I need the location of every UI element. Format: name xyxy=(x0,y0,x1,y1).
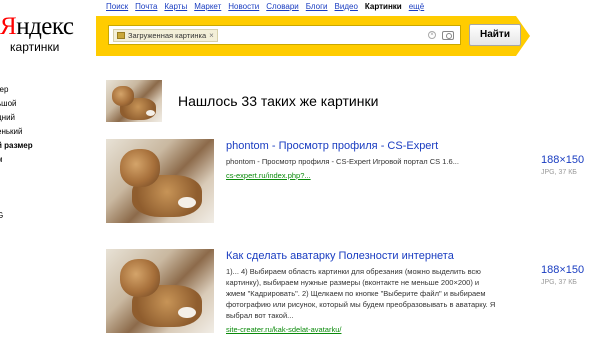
result-snippet: 1)... 4) Выбираем область картинки для о… xyxy=(226,267,496,320)
nav-item-news[interactable]: Новости xyxy=(228,2,259,12)
sidebar-item-m[interactable]: м xyxy=(0,153,37,167)
find-button[interactable]: Найти xyxy=(469,24,521,46)
result-size-link[interactable]: 188×150 xyxy=(541,154,584,167)
cat-head-shape xyxy=(120,259,160,297)
result-url-link[interactable]: site-creater.ru/kak-sdelat-avatarku/ xyxy=(226,325,498,335)
nav-more-link[interactable]: ещё xyxy=(409,2,424,12)
nav-item-dictionaries[interactable]: Словари xyxy=(266,2,299,12)
sidebar-item-large[interactable]: ьшой xyxy=(0,97,37,111)
chip-close-icon[interactable]: × xyxy=(209,31,214,40)
nav-item-market[interactable]: Маркет xyxy=(194,2,221,12)
uploaded-image-chip[interactable]: Загруженная картинка × xyxy=(113,28,218,42)
result-thumbnail[interactable] xyxy=(106,249,214,333)
logo-wordmark: Яндекс xyxy=(0,13,74,40)
camera-icon[interactable] xyxy=(442,30,454,40)
filter-sidebar: мер ьшой дний енький й размер м л G xyxy=(0,83,40,237)
result-meta: 188×150 JPG, 37 КБ xyxy=(541,154,584,178)
result-title-link[interactable]: Как сделать аватарку Полезности интернет… xyxy=(226,249,498,263)
yandex-logo[interactable]: Яндекс картинки xyxy=(0,13,92,55)
result-item: Как сделать аватарку Полезности интернет… xyxy=(106,249,596,359)
nav-item-mail[interactable]: Почта xyxy=(135,2,157,12)
nav-item-blogs[interactable]: Блоги xyxy=(306,2,328,12)
result-meta: 188×150 JPG, 37 КБ xyxy=(541,264,584,288)
sidebar-item-type-g[interactable]: G xyxy=(0,209,37,223)
logo-subtitle: картинки xyxy=(10,40,60,54)
cat-paw-shape xyxy=(178,197,196,208)
image-icon xyxy=(117,31,125,39)
result-file-info: JPG, 37 КБ xyxy=(541,279,577,286)
cat-paw-shape xyxy=(146,110,155,116)
cat-head-shape xyxy=(120,149,160,187)
nav-item-video[interactable]: Видео xyxy=(335,2,358,12)
nav-item-maps[interactable]: Карты xyxy=(164,2,187,12)
sidebar-heading-size: мер xyxy=(0,85,9,94)
search-bar: Загруженная картинка × × Найти xyxy=(96,16,532,56)
cat-head-shape xyxy=(112,86,134,106)
sidebar-heading-type: л xyxy=(0,181,34,195)
search-box[interactable]: Загруженная картинка × × xyxy=(108,25,461,45)
nav-item-search[interactable]: Поиск xyxy=(106,2,128,12)
results-count-text: Нашлось 33 таких же картинки xyxy=(178,93,379,109)
search-input[interactable] xyxy=(217,27,428,43)
cat-paw-shape xyxy=(178,307,196,318)
result-file-info: JPG, 37 КБ xyxy=(541,169,577,176)
service-nav: Поиск Почта Карты Маркет Новости Словари… xyxy=(106,2,424,12)
query-image-thumbnail xyxy=(106,80,162,122)
result-body: phontom - Просмотр профиля - CS-Expert p… xyxy=(226,139,498,181)
sidebar-item-type-1[interactable] xyxy=(0,195,37,209)
result-snippet: phontom - Просмотр профиля - CS-Expert И… xyxy=(226,157,459,166)
nav-item-images-active: Картинки xyxy=(364,2,402,11)
result-url-link[interactable]: cs-expert.ru/index.php?... xyxy=(226,171,498,181)
sidebar-item-any-size[interactable]: й размер xyxy=(0,139,37,153)
sidebar-item-small[interactable]: енький xyxy=(0,125,37,139)
sidebar-item-type-3[interactable] xyxy=(0,223,37,237)
result-body: Как сделать аватарку Полезности интернет… xyxy=(226,249,498,335)
clear-icon[interactable]: × xyxy=(428,31,436,39)
sidebar-item-medium[interactable]: дний xyxy=(0,111,37,125)
chip-label: Загруженная картинка xyxy=(128,30,207,40)
result-item: phontom - Просмотр профиля - CS-Expert p… xyxy=(106,139,596,229)
result-thumbnail[interactable] xyxy=(106,139,214,223)
result-size-link[interactable]: 188×150 xyxy=(541,264,584,277)
result-title-link[interactable]: phontom - Просмотр профиля - CS-Expert xyxy=(226,139,498,153)
results-summary: Нашлось 33 таких же картинки xyxy=(106,80,378,122)
